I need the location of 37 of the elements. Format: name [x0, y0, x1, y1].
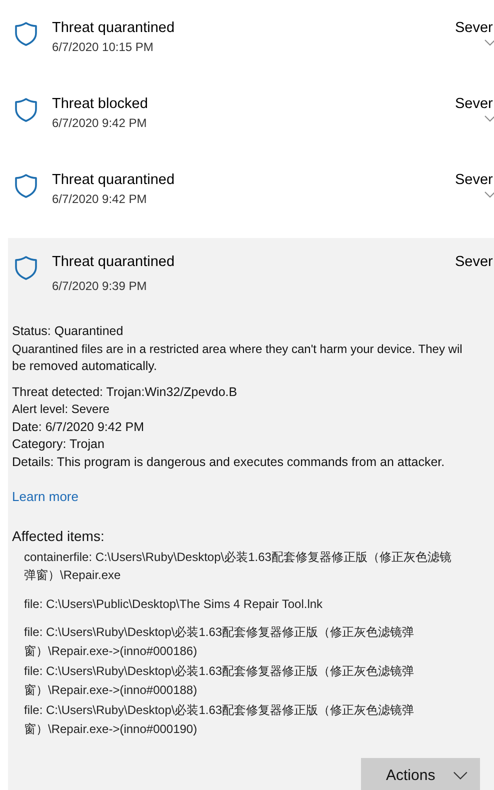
status-description: Quarantined files are in a restricted area where they can't harm your device. They wil — [12, 340, 464, 358]
affected-item-path: containerfile: C:\Users\Ruby\Desktop\必装1.63配套修复器修正版（修正灰色滤镜 — [24, 548, 452, 566]
status-text: Status: Quarantined — [12, 323, 124, 340]
affected-item-path: file: C:\Users\Public\Desktop\The Sims 4 Repair Tool.lnk — [24, 596, 324, 612]
affected-item-path: 窗）\Repair.exe->(inno#000188) — [24, 682, 198, 698]
severity-label: Sever — [455, 19, 494, 38]
shield-icon — [13, 21, 39, 47]
shield-icon — [13, 255, 39, 281]
detail-field: Details: This program is dangerous and executes commands from an attacker. — [12, 454, 494, 471]
detail-field: Threat detected: Trojan:Win32/Zpevdo.B — [12, 384, 494, 401]
severity-label: Sever — [455, 171, 494, 190]
actions-button[interactable]: Actions — [361, 758, 480, 790]
affected-item-path: 弹窗）\Repair.exe — [24, 567, 122, 584]
affected-item-path: file: C:\Users\Ruby\Desktop\必装1.63配套修复器修正版（修正灰色滤镜弹 — [24, 624, 416, 641]
threat-date: 6/7/2020 9:39 PM — [52, 278, 148, 295]
affected-item-path: file: C:\Users\Ruby\Desktop\必装1.63配套修复器修正版（修正灰色滤镜弹 — [24, 663, 416, 680]
severity-label: Sever — [455, 253, 494, 272]
detail-field: Date: 6/7/2020 9:42 PM — [12, 418, 494, 436]
threat-title: Threat blocked — [52, 95, 149, 114]
detail-field: Alert level: Severe — [12, 401, 494, 418]
threat-date: 6/7/2020 9:42 PM — [52, 115, 148, 132]
threat-date: 6/7/2020 9:42 PM — [52, 191, 148, 208]
affected-item-path: 窗）\Repair.exe->(inno#000190) — [24, 720, 198, 738]
chevron-down-icon — [453, 771, 468, 780]
learn-more-link[interactable]: Learn more — [12, 488, 78, 506]
shield-icon — [13, 173, 39, 199]
status-description: be removed automatically. — [12, 358, 158, 375]
affected-item-path: file: C:\Users\Ruby\Desktop\必装1.63配套修复器修正版（修正灰色滤镜弹 — [24, 702, 416, 719]
affected-items-heading: Affected items: — [12, 526, 106, 546]
affected-item-path: 窗）\Repair.exe->(inno#000186) — [24, 642, 198, 660]
threat-title: Threat quarantined — [52, 19, 176, 38]
severity-label: Sever — [455, 95, 494, 114]
threat-title: Threat quarantined — [52, 171, 176, 190]
threat-date: 6/7/2020 10:15 PM — [52, 39, 154, 56]
threat-title: Threat quarantined — [52, 253, 176, 272]
detail-field: Category: Trojan — [12, 436, 494, 454]
shield-icon — [13, 97, 39, 123]
